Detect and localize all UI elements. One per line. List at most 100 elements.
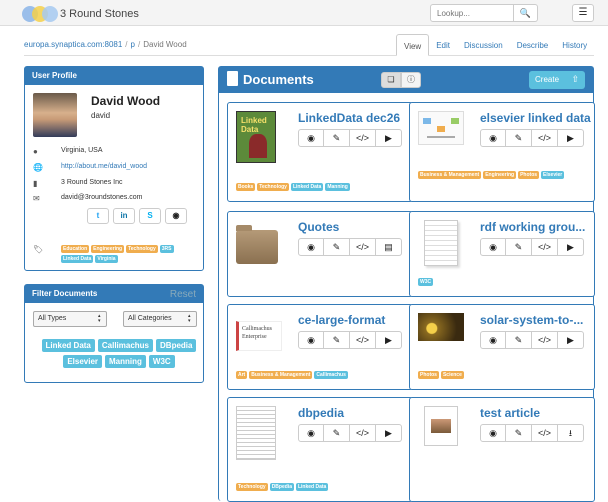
pencil-icon[interactable]: ✎ <box>506 129 532 147</box>
pencil-icon[interactable]: ✎ <box>324 129 350 147</box>
code-icon[interactable]: </> <box>350 129 376 147</box>
document-tag[interactable]: Business & Management <box>249 371 313 379</box>
eye-icon[interactable]: ◉ <box>480 238 506 256</box>
document-title[interactable]: test article <box>480 406 540 420</box>
profile-tag[interactable]: Technology <box>126 245 158 253</box>
document-title[interactable]: elsevier linked data <box>480 111 591 125</box>
filter-button[interactable]: W3C <box>148 355 175 368</box>
filter-button[interactable]: Linked Data <box>41 339 95 352</box>
document-tag[interactable]: Books <box>236 183 256 191</box>
document-title[interactable]: rdf working grou... <box>480 220 585 234</box>
profile-tag[interactable]: 3RS <box>159 245 174 253</box>
github-icon[interactable]: ◉ <box>165 208 187 224</box>
skype-icon[interactable]: S <box>139 208 161 224</box>
document-tag[interactable]: Callimachus <box>314 371 348 379</box>
code-icon[interactable]: </> <box>532 238 558 256</box>
hamburger-menu-icon[interactable]: ☰ <box>572 4 594 22</box>
document-tag[interactable]: Science <box>440 371 464 379</box>
pencil-icon[interactable]: ✎ <box>506 238 532 256</box>
document-tag[interactable]: Photos <box>418 371 439 379</box>
pencil-icon[interactable]: ✎ <box>324 424 350 442</box>
document-thumbnail[interactable] <box>236 406 282 462</box>
document-thumbnail[interactable] <box>418 313 464 369</box>
pencil-icon[interactable]: ✎ <box>324 331 350 349</box>
document-thumbnail[interactable]: Callimachus Enterprise <box>236 313 282 369</box>
filter-button[interactable]: Callimachus <box>97 339 154 352</box>
tab-edit[interactable]: Edit <box>429 34 457 56</box>
type-select[interactable]: All Types <box>33 311 107 327</box>
reset-link[interactable]: Reset <box>170 289 196 300</box>
document-title[interactable]: LinkedData dec26 <box>298 111 400 125</box>
download-icon[interactable]: ⭳ <box>558 424 584 442</box>
breadcrumb-host[interactable]: europa.synaptica.com:8081 <box>24 40 122 49</box>
copy-icon[interactable]: ❏ <box>381 72 401 88</box>
document-tag[interactable]: Linked Data <box>290 183 324 191</box>
brand-logo[interactable] <box>22 6 58 22</box>
pencil-icon[interactable]: ✎ <box>506 331 532 349</box>
archive-icon[interactable]: ▤ <box>376 238 402 256</box>
code-icon[interactable]: </> <box>532 424 558 442</box>
play-icon[interactable]: ▶ <box>376 331 402 349</box>
profile-tag[interactable]: Engineering <box>91 245 125 253</box>
info-icon[interactable]: ⓘ <box>401 72 421 88</box>
linkedin-icon[interactable]: in <box>113 208 135 224</box>
document-tag[interactable]: Photos <box>518 171 540 179</box>
eye-icon[interactable]: ◉ <box>298 331 324 349</box>
lookup-input[interactable] <box>430 4 514 22</box>
eye-icon[interactable]: ◉ <box>480 129 506 147</box>
filter-button[interactable]: DBpedia <box>156 339 197 352</box>
eye-icon[interactable]: ◉ <box>480 331 506 349</box>
brand-name[interactable]: 3 Round Stones <box>60 8 139 20</box>
document-thumbnail[interactable]: Linked Data <box>236 111 282 167</box>
document-tag[interactable]: Linked Data <box>295 483 329 491</box>
document-thumbnail[interactable] <box>418 111 464 167</box>
document-tag[interactable]: Manning <box>325 183 350 191</box>
tab-view[interactable]: View <box>396 34 430 56</box>
code-icon[interactable]: </> <box>532 331 558 349</box>
document-thumbnail[interactable] <box>418 406 464 462</box>
document-tag[interactable]: Engineering <box>483 171 517 179</box>
document-tag[interactable]: Business & Management <box>418 171 482 179</box>
tab-describe[interactable]: Describe <box>510 34 556 56</box>
tab-history[interactable]: History <box>555 34 594 56</box>
profile-url[interactable]: http://about.me/david_wood <box>61 163 147 170</box>
tab-discussion[interactable]: Discussion <box>457 34 510 56</box>
document-tag[interactable]: Technology <box>257 183 289 191</box>
document-thumbnail[interactable] <box>236 220 282 276</box>
play-icon[interactable]: ▶ <box>558 129 584 147</box>
pencil-icon[interactable]: ✎ <box>506 424 532 442</box>
document-tag[interactable]: W3C <box>418 278 434 286</box>
create-button[interactable]: Create ⇧ <box>529 71 585 89</box>
play-icon[interactable]: ▶ <box>558 331 584 349</box>
code-icon[interactable]: </> <box>350 424 376 442</box>
play-icon[interactable]: ▶ <box>376 129 402 147</box>
filter-button[interactable]: Elsevier <box>63 355 103 368</box>
profile-tag[interactable]: Education <box>61 245 90 253</box>
twitter-icon[interactable]: t <box>87 208 109 224</box>
breadcrumb-p[interactable]: p <box>131 40 135 49</box>
category-select[interactable]: All Categories <box>123 311 197 327</box>
document-title[interactable]: dbpedia <box>298 406 344 420</box>
pencil-icon[interactable]: ✎ <box>324 238 350 256</box>
document-tag[interactable]: Technology <box>236 483 268 491</box>
search-icon[interactable]: 🔍 <box>514 4 538 22</box>
document-thumbnail[interactable] <box>418 220 464 276</box>
eye-icon[interactable]: ◉ <box>298 129 324 147</box>
document-tag[interactable]: Elsevier <box>541 171 565 179</box>
document-title[interactable]: ce-large-format <box>298 313 385 327</box>
play-icon[interactable]: ▶ <box>376 424 402 442</box>
eye-icon[interactable]: ◉ <box>298 238 324 256</box>
profile-tag[interactable]: Linked Data <box>61 255 94 263</box>
code-icon[interactable]: </> <box>350 238 376 256</box>
code-icon[interactable]: </> <box>350 331 376 349</box>
document-title[interactable]: Quotes <box>298 220 339 234</box>
profile-tag[interactable]: Virginia <box>95 255 118 263</box>
document-tag[interactable]: DBpedia <box>269 483 294 491</box>
eye-icon[interactable]: ◉ <box>480 424 506 442</box>
eye-icon[interactable]: ◉ <box>298 424 324 442</box>
play-icon[interactable]: ▶ <box>558 238 584 256</box>
document-title[interactable]: solar-system-to-... <box>480 313 583 327</box>
code-icon[interactable]: </> <box>532 129 558 147</box>
filter-button[interactable]: Manning <box>105 355 146 368</box>
document-tag[interactable]: Art <box>236 371 248 379</box>
